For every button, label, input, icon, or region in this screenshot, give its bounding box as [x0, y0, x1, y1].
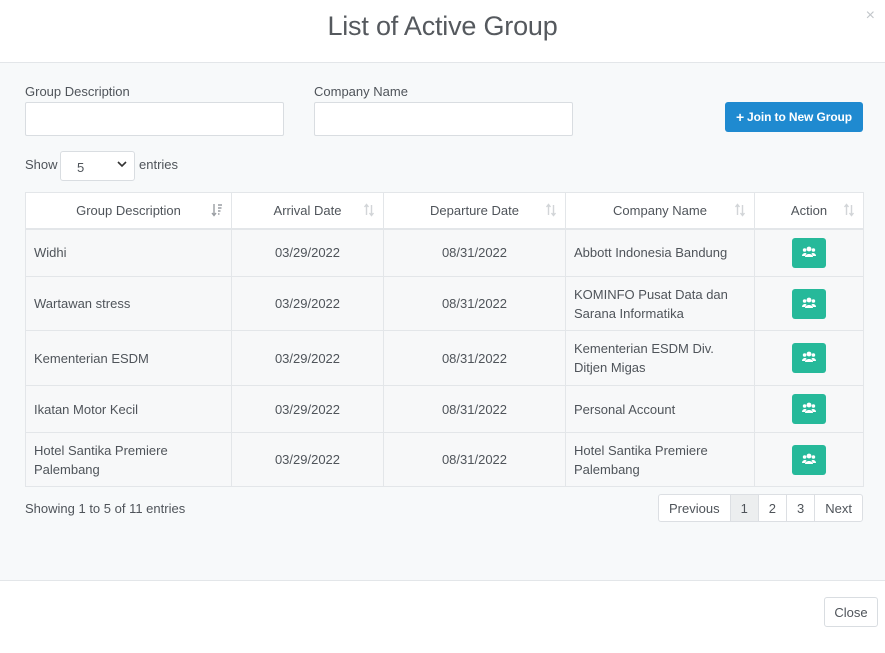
join-group-button[interactable] [792, 394, 826, 424]
cell-company-name: KOMINFO Pusat Data dan Sarana Informatik… [565, 276, 755, 331]
chevron-down-icon [117, 161, 127, 168]
column-header-action[interactable]: Action [754, 192, 864, 230]
column-header-company-name[interactable]: Company Name [565, 192, 755, 230]
cell-group-description: Kementerian ESDM [25, 330, 232, 386]
users-icon [802, 246, 816, 257]
column-header-group-description[interactable]: Group Description [25, 192, 232, 230]
cell-departure-date: 08/31/2022 [383, 432, 566, 487]
join-new-group-button[interactable]: + Join to New Group [725, 102, 863, 132]
modal-title: List of Active Group [327, 11, 558, 41]
users-icon [802, 402, 816, 413]
cell-arrival-date: 03/29/2022 [231, 228, 384, 277]
group-description-label: Group Description [25, 84, 130, 99]
sort-both-icon [363, 203, 375, 217]
company-name-input[interactable] [314, 102, 573, 136]
table-row: Ikatan Motor Kecil 03/29/2022 08/31/2022… [25, 385, 864, 433]
table-row: Hotel Santika Premiere Palembang 03/29/2… [25, 432, 864, 487]
table-row: Kementerian ESDM 03/29/2022 08/31/2022 K… [25, 330, 864, 386]
group-description-input[interactable] [25, 102, 284, 136]
company-name-label: Company Name [314, 84, 408, 99]
cell-arrival-date: 03/29/2022 [231, 432, 384, 487]
cell-group-description: Ikatan Motor Kecil [25, 385, 232, 433]
users-icon [802, 297, 816, 308]
table-row: Wartawan stress 03/29/2022 08/31/2022 KO… [25, 276, 864, 331]
join-group-button[interactable] [792, 237, 826, 268]
table-info: Showing 1 to 5 of 11 entries [25, 501, 186, 516]
join-group-button[interactable] [792, 343, 826, 373]
pagination-next[interactable]: Next [814, 495, 862, 521]
cell-departure-date: 08/31/2022 [383, 385, 566, 433]
cell-group-description: Widhi [25, 228, 232, 277]
cell-company-name: Kementerian ESDM Div. Ditjen Migas [565, 330, 755, 386]
cell-company-name: Personal Account [565, 385, 755, 433]
sort-both-icon [843, 203, 855, 217]
users-icon [802, 453, 816, 464]
groups-table: Group Description Arrival Date Departure… [25, 192, 864, 487]
table-header-row: Group Description Arrival Date Departure… [25, 192, 864, 230]
cell-departure-date: 08/31/2022 [383, 330, 566, 386]
cell-group-description: Hotel Santika Premiere Palembang [25, 432, 232, 487]
users-icon [802, 351, 816, 362]
cell-company-name: Hotel Santika Premiere Palembang [565, 432, 755, 487]
sort-both-icon [545, 203, 557, 217]
join-new-group-label: Join to New Group [747, 110, 853, 124]
cell-arrival-date: 03/29/2022 [231, 330, 384, 386]
cell-action [754, 330, 864, 386]
entries-length-select[interactable]: 5 [60, 151, 135, 181]
pagination-page-2[interactable]: 2 [757, 495, 786, 521]
close-button[interactable]: Close [824, 597, 878, 627]
cell-departure-date: 08/31/2022 [383, 276, 566, 331]
cell-action [754, 385, 864, 433]
sort-both-icon [734, 203, 746, 217]
cell-arrival-date: 03/29/2022 [231, 385, 384, 433]
close-icon[interactable]: × [866, 8, 875, 24]
plus-icon: + [735, 109, 745, 125]
column-header-arrival-date[interactable]: Arrival Date [231, 192, 384, 230]
modal-header: List of Active Group × [0, 0, 885, 63]
table-row: Widhi 03/29/2022 08/31/2022 Abbott Indon… [25, 228, 864, 277]
cell-action [754, 228, 864, 277]
cell-action [754, 432, 864, 487]
show-label: Show [25, 157, 58, 172]
pagination-previous[interactable]: Previous [659, 495, 730, 521]
join-group-button[interactable] [792, 444, 826, 475]
entries-label: entries [139, 157, 179, 172]
pagination-page-1[interactable]: 1 [729, 495, 758, 521]
modal-footer: Close [0, 580, 885, 653]
pagination-page-3[interactable]: 3 [786, 495, 814, 521]
cell-departure-date: 08/31/2022 [383, 228, 566, 277]
entries-length-value: 5 [77, 160, 85, 175]
column-header-departure-date[interactable]: Departure Date [383, 192, 566, 230]
cell-arrival-date: 03/29/2022 [231, 276, 384, 331]
cell-group-description: Wartawan stress [25, 276, 232, 331]
cell-company-name: Abbott Indonesia Bandung [565, 228, 755, 277]
sort-desc-icon [211, 204, 222, 217]
cell-action [754, 276, 864, 331]
join-group-button[interactable] [792, 288, 826, 319]
pagination: Previous 1 2 3 Next [657, 494, 863, 522]
